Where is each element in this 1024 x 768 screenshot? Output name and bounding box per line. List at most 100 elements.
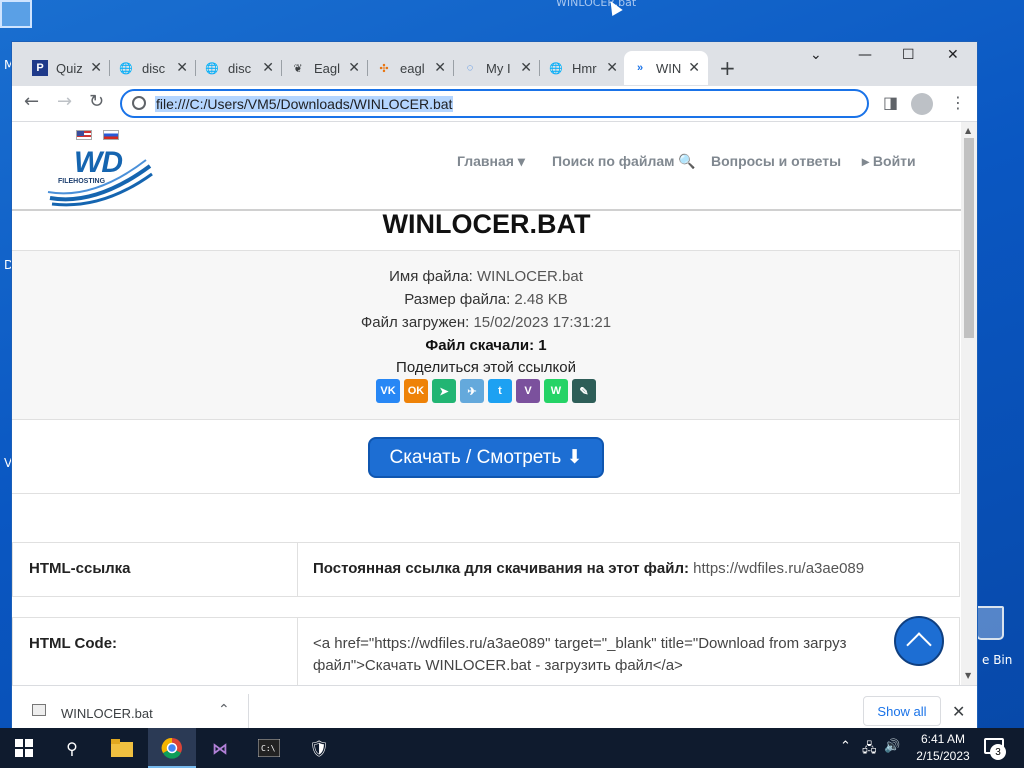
tab-title: WIN <box>656 60 682 76</box>
browser-window: P Quiz ✕ 🌐 disc ✕ 🌐 disc ✕ ❦ Eagl ✕ ✣ ea… <box>12 42 977 728</box>
chrome-icon[interactable] <box>160 736 184 760</box>
scroll-up-arrow-icon[interactable]: ▲ <box>965 126 971 135</box>
telegram-share-icon[interactable]: ✈ <box>460 379 484 403</box>
close-icon[interactable]: ✕ <box>606 59 618 76</box>
russian-flag-icon[interactable] <box>103 130 119 140</box>
notification-count-badge: 3 <box>990 744 1006 760</box>
windows-start-icon[interactable] <box>12 736 36 760</box>
this-pc-desktop-icon[interactable] <box>0 0 32 28</box>
close-icon[interactable]: ✕ <box>176 59 188 76</box>
share-label: Поделиться этой ссылкой <box>396 359 576 376</box>
upload-date-value: 15/02/2023 17:31:21 <box>473 314 612 331</box>
scroll-down-arrow-icon[interactable]: ▼ <box>965 671 971 680</box>
globe-icon: 🌐 <box>549 62 563 75</box>
new-tab-button[interactable]: + <box>719 56 736 80</box>
close-shelf-icon[interactable]: ✕ <box>952 702 965 721</box>
reload-icon[interactable]: ↻ <box>89 91 104 112</box>
downloaded-file-name[interactable]: WINLOCER.bat <box>61 706 153 721</box>
permanent-link-url[interactable]: https://wdfiles.ru/a3ae089 <box>693 560 864 577</box>
back-icon[interactable]: ← <box>24 91 39 112</box>
share-button-label: V <box>524 385 532 397</box>
profile-avatar[interactable] <box>911 93 933 115</box>
tab-strip: P Quiz ✕ 🌐 disc ✕ 🌐 disc ✕ ❦ Eagl ✕ ✣ ea… <box>12 42 977 86</box>
address-bar[interactable]: file:///C:/Users/VM5/Downloads/WINLOCER.… <box>120 89 869 118</box>
file-size-value: 2.48 KB <box>514 291 568 308</box>
tray-chevron-up-icon[interactable]: ⌃ <box>840 739 851 754</box>
terminal-icon[interactable]: C:\ <box>257 736 281 760</box>
tab-disc-2[interactable]: 🌐 disc ✕ <box>195 51 282 85</box>
english-flag-icon[interactable] <box>76 130 92 140</box>
taskbar: ⚲ ⋈ C:\ 🛡 ⌃ 🖧 🔊 6:41 AM 2/15/2023 3 <box>0 728 1024 768</box>
globe-icon: 🌐 <box>119 62 133 75</box>
tab-title: Eagl <box>314 60 341 76</box>
menu-home[interactable]: Главная ▾ <box>457 153 525 170</box>
upload-date-line: Файл загружен: 15/02/2023 17:31:21 <box>12 314 960 331</box>
odnoklassniki-share-icon[interactable]: OK <box>404 379 428 403</box>
download-view-button[interactable]: Скачать / Смотреть ⬇ <box>368 437 604 478</box>
tab-hmr[interactable]: 🌐 Hmr ✕ <box>539 51 626 85</box>
dragged-file-label: WINLOCER.bat <box>556 0 637 9</box>
clock[interactable]: 6:41 AM 2/15/2023 <box>908 731 978 765</box>
tab-search-icon[interactable]: ⌄ <box>810 47 822 63</box>
scroll-to-top-button[interactable] <box>894 616 944 666</box>
tab-my[interactable]: ◌ My I ✕ <box>453 51 540 85</box>
paypal-icon: P <box>32 60 48 76</box>
file-explorer-icon[interactable] <box>110 736 134 760</box>
globe-icon: 🌐 <box>205 62 219 75</box>
batch-file-icon <box>32 704 46 716</box>
vk-share-icon[interactable]: VK <box>376 379 400 403</box>
html-code-line-2[interactable]: файл">Скачать WINLOCER.bat - загрузить ф… <box>313 657 683 674</box>
menu-login[interactable]: ▸ Войти <box>862 153 916 170</box>
security-shield-icon[interactable]: 🛡 <box>307 736 331 760</box>
site-info-icon[interactable] <box>132 96 146 110</box>
scrollbar-thumb[interactable] <box>964 138 974 338</box>
tab-eagl-1[interactable]: ❦ Eagl ✕ <box>281 51 368 85</box>
loading-icon: ◌ <box>466 62 474 74</box>
send-share-icon[interactable]: ➤ <box>432 379 456 403</box>
visual-studio-icon[interactable]: ⋈ <box>208 736 232 760</box>
viber-share-icon[interactable]: V <box>516 379 540 403</box>
tab-title: disc <box>142 60 166 76</box>
download-count: Файл скачали: 1 <box>425 337 547 354</box>
logo-subtitle: FILEHOSTING <box>58 178 106 185</box>
tab-title: Quiz <box>56 60 83 76</box>
close-icon[interactable]: ✕ <box>434 59 446 76</box>
tab-eagl-2[interactable]: ✣ eagl ✕ <box>367 51 454 85</box>
tab-winlocer[interactable]: » WIN ✕ <box>624 51 708 85</box>
orange-share-icon: ✣ <box>379 62 389 75</box>
close-icon[interactable]: ✕ <box>688 59 700 76</box>
tab-disc-1[interactable]: 🌐 disc ✕ <box>109 51 196 85</box>
search-icon[interactable]: ⚲ <box>60 736 84 760</box>
show-all-button[interactable]: Show all <box>863 696 941 726</box>
clock-date: 2/15/2023 <box>916 749 970 763</box>
file-name-label: Имя файла: <box>389 268 473 285</box>
close-icon[interactable]: ✕ <box>262 59 274 76</box>
maximize-button[interactable]: ☐ <box>902 47 915 63</box>
url-text[interactable]: file:///C:/Users/VM5/Downloads/WINLOCER.… <box>155 96 454 112</box>
side-panel-icon[interactable]: ◨ <box>883 93 898 112</box>
html-code-line-1[interactable]: <a href="https://wdfiles.ru/a3ae089" tar… <box>313 635 846 652</box>
close-window-button[interactable]: ✕ <box>947 47 959 63</box>
close-icon[interactable]: ✕ <box>520 59 532 76</box>
network-icon[interactable]: 🖧 <box>862 739 877 761</box>
permanent-link-label: Постоянная ссылка для скачивания на этот… <box>313 560 689 577</box>
chevron-up-icon[interactable]: ⌃ <box>218 702 230 718</box>
menu-faq[interactable]: Вопросы и ответы <box>711 153 841 169</box>
close-icon[interactable]: ✕ <box>90 59 102 76</box>
minimize-button[interactable]: — <box>858 47 872 63</box>
volume-icon[interactable]: 🔊 <box>884 739 900 754</box>
file-name-value: WINLOCER.bat <box>477 268 583 285</box>
whatsapp-share-icon[interactable]: W <box>544 379 568 403</box>
page-scrollbar[interactable]: ▲ ▼ <box>961 122 977 685</box>
menu-search[interactable]: Поиск по файлам 🔍 <box>552 153 696 170</box>
tab-title: disc <box>228 60 252 76</box>
twitter-share-icon[interactable]: t <box>488 379 512 403</box>
forward-icon[interactable]: → <box>57 91 72 112</box>
close-icon[interactable]: ✕ <box>348 59 360 76</box>
tab-quiz[interactable]: P Quiz ✕ <box>24 51 110 85</box>
site-logo[interactable]: WD FILEHOSTING <box>46 144 156 210</box>
tab-title: My I <box>486 60 511 76</box>
menu-kebab-icon[interactable]: ⋮ <box>950 93 966 112</box>
site-header: WD FILEHOSTING Главная ▾ Поиск по файлам… <box>12 122 961 211</box>
livejournal-share-icon[interactable]: ✎ <box>572 379 596 403</box>
